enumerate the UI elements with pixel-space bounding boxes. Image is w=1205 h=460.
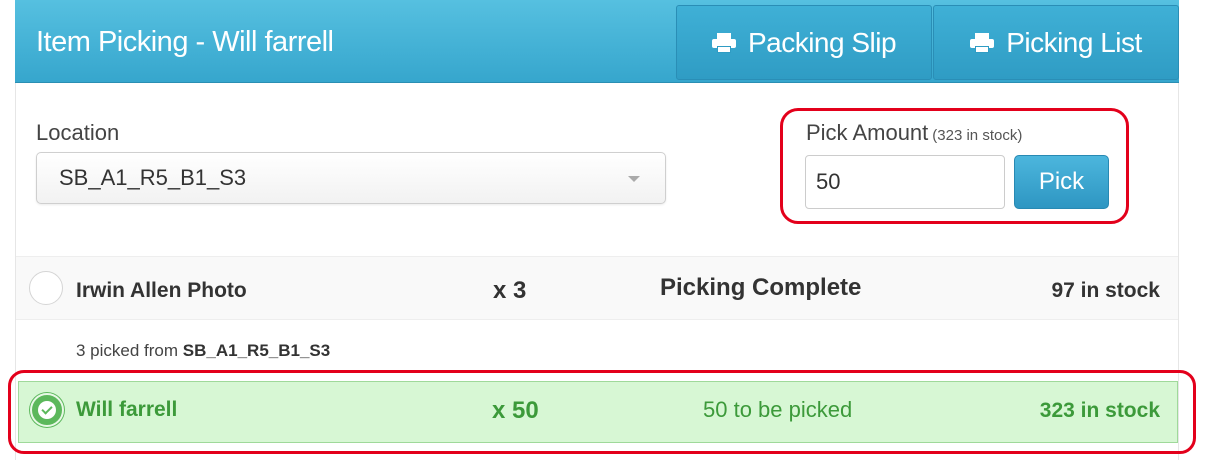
item-status: Picking Complete	[660, 274, 862, 301]
location-label: Location	[36, 120, 120, 145]
picked-detail-location: SB_A1_R5_B1_S3	[182, 341, 331, 360]
item-quantity: x 3	[493, 277, 527, 304]
item-name: Will farrell	[76, 398, 178, 421]
pick-amount-input[interactable]	[805, 155, 1005, 209]
item-stock: 323 in stock	[1039, 399, 1160, 422]
picked-detail-text: 3 picked from	[76, 341, 179, 360]
print-icon	[711, 32, 736, 53]
packing-slip-label: Packing Slip	[747, 26, 897, 58]
item-quantity: x 50	[492, 397, 539, 424]
pick-button[interactable]: Pick	[1014, 155, 1109, 209]
item-name: Irwin Allen Photo	[76, 279, 247, 302]
circle-icon[interactable]	[29, 271, 63, 305]
chevron-down-icon	[628, 176, 640, 182]
item-stock: 97 in stock	[1051, 279, 1160, 302]
panel-header: Item Picking - Will farrell Packing Slip…	[15, 0, 1179, 83]
pick-amount-label-text: Pick Amount	[806, 120, 929, 145]
packing-slip-button[interactable]: Packing Slip	[676, 5, 932, 80]
picking-list-label: Picking List	[1006, 26, 1142, 58]
location-selected-value: SB_A1_R5_B1_S3	[59, 165, 247, 190]
picked-detail: 3 picked from SB_A1_R5_B1_S3	[76, 341, 330, 361]
print-icon	[970, 32, 995, 53]
location-select[interactable]: SB_A1_R5_B1_S3	[36, 152, 666, 204]
page-title: Item Picking - Will farrell	[36, 26, 334, 58]
picking-list-button[interactable]: Picking List	[933, 5, 1179, 80]
pick-amount-label: Pick Amount (323 in stock)	[806, 120, 1022, 146]
item-row-selected[interactable]	[18, 381, 1178, 443]
check-circle-icon[interactable]	[30, 393, 64, 427]
item-status: 50 to be picked	[703, 397, 853, 422]
pick-stock-note: (323 in stock)	[932, 127, 1023, 144]
